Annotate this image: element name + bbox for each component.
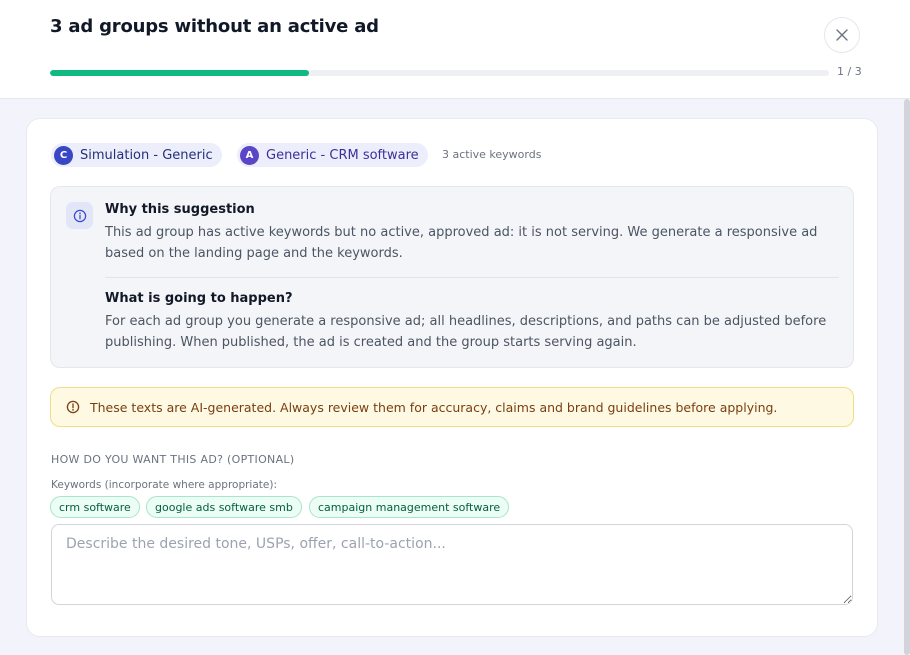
keyword-chip[interactable]: crm software — [50, 496, 140, 518]
close-button[interactable] — [824, 17, 860, 53]
why-suggestion-heading: Why this suggestion — [105, 202, 255, 217]
campaign-name: Simulation - Generic — [80, 147, 213, 163]
what-happens-text: For each ad group you generate a respons… — [105, 314, 827, 350]
ai-warning-text: These texts are AI-generated. Always rev… — [90, 399, 778, 415]
warning-icon — [66, 400, 80, 414]
what-happens-heading: What is going to happen? — [105, 291, 293, 306]
scrollbar[interactable] — [904, 99, 910, 655]
info-icon-badge — [66, 202, 93, 229]
progress-fill — [50, 70, 310, 76]
campaign-chip: C Simulation - Generic — [51, 143, 222, 167]
ad-group-chip: A Generic - CRM software — [237, 143, 428, 167]
dialog-header: 3 ad groups without an active ad 1 / 3 — [0, 0, 910, 99]
keyword-chip[interactable]: campaign management software — [309, 496, 510, 518]
keywords-label: Keywords (incorporate where appropriate)… — [51, 479, 277, 491]
scrollbar-thumb[interactable] — [904, 99, 910, 655]
keyword-chip[interactable]: google ads software smb — [146, 496, 302, 518]
why-suggestion-text: This ad group has active keywords but no… — [105, 225, 818, 261]
close-icon — [836, 29, 848, 41]
active-keyword-count: 3 active keywords — [442, 148, 542, 161]
ad-group-name: Generic - CRM software — [266, 147, 419, 163]
ai-warning-banner: These texts are AI-generated. Always rev… — [50, 387, 854, 427]
ad-group-badge: A — [240, 145, 259, 165]
ad-preferences-label: HOW DO YOU WANT THIS AD? (OPTIONAL) — [51, 453, 295, 466]
progress-label: 1 / 3 — [837, 65, 862, 78]
ad-description-input[interactable] — [51, 524, 853, 605]
dialog-title: 3 ad groups without an active ad — [50, 16, 379, 37]
info-divider — [105, 277, 839, 278]
info-icon — [73, 209, 86, 222]
progress-bar — [50, 70, 829, 76]
campaign-badge: C — [54, 145, 73, 165]
